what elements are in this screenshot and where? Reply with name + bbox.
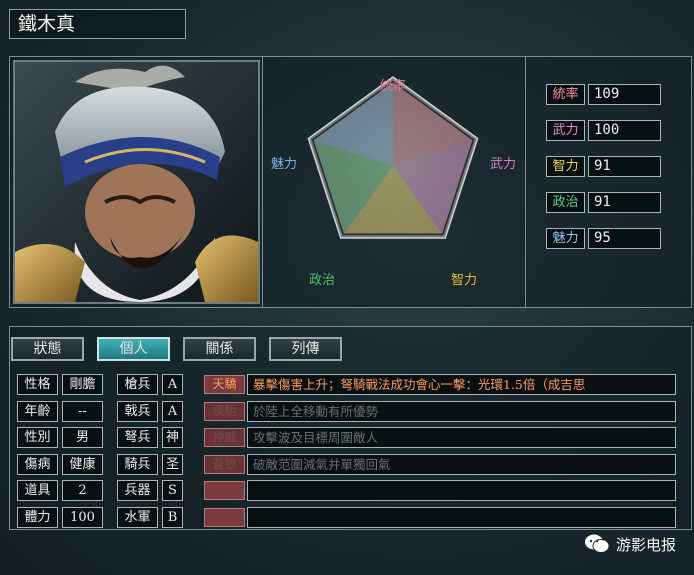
stat-label: 魅力 [546,228,585,249]
skill-tag[interactable] [204,507,245,527]
stat-label: 統率 [546,84,585,105]
stat-value: 95 [588,228,661,249]
stat-value: 91 [588,192,661,213]
personal-label: 傷病 [17,453,58,475]
skill-tag[interactable] [204,481,245,500]
radar-svg: 統率 武力 智力 政治 魅力 [271,76,516,288]
personal-label: 年齡 [17,400,58,422]
personal-value: 2 [62,480,103,501]
general-name: 鐵木真 [9,9,186,39]
skill-tag[interactable]: 蒼狼 [204,454,245,474]
radar-label-politics: 政治 [309,273,335,288]
skill-description [247,480,676,501]
skill-description [247,506,676,528]
aptitude-label: 騎兵 [117,453,158,475]
personal-value: 健康 [62,453,103,475]
radar-label-leadership: 統率 [380,78,406,94]
personal-label: 性格 [17,374,58,395]
wechat-icon [584,534,610,553]
personal-label: 道具 [17,480,58,501]
tab-2[interactable]: 關係 [183,337,256,361]
skill-description: 攻擊波及目標周圍敵人 [247,427,676,448]
stat-value: 100 [588,120,661,141]
skill-description: 暴擊傷害上升；弩騎戰法成功會心一擊：光環1.5倍（成吉思 [247,374,676,395]
tab-0[interactable]: 狀態 [11,337,84,361]
aptitude-grade: S [162,480,183,501]
watermark-text: 游影电报 [615,535,676,554]
aptitude-grade: 圣 [162,453,183,475]
personal-label: 性別 [17,427,58,448]
watermark: 游影电报 [584,533,676,555]
skill-tag[interactable]: 疾馳 [204,401,245,421]
aptitude-grade: A [162,400,183,422]
panel-divider [525,57,526,307]
stat-label: 武力 [546,120,585,141]
personal-value: 100 [62,506,103,528]
aptitude-label: 戟兵 [117,400,158,422]
personal-label: 體力 [17,506,58,528]
skill-description: 於陸上全移動有所優勢 [247,400,676,422]
radar-label-charisma: 魅力 [271,157,297,172]
radar-label-intellect: 智力 [451,273,477,288]
aptitude-label: 兵器 [117,480,158,501]
radar-label-war: 武力 [490,157,516,172]
skill-tag[interactable]: 天驕 [204,375,245,394]
aptitude-grade: 神 [162,427,183,448]
tab-3[interactable]: 列傳 [269,337,342,361]
stat-value: 109 [588,84,661,105]
tab-1[interactable]: 個人 [97,337,170,361]
personal-value: 男 [62,427,103,448]
ability-radar: 統率 武力 智力 政治 魅力 [262,60,524,304]
aptitude-label: 槍兵 [117,374,158,395]
stat-label: 政治 [546,192,585,213]
portrait-illustration [15,62,258,302]
aptitude-grade: A [162,374,183,395]
skill-tag[interactable]: 神威 [204,428,245,447]
stat-value: 91 [588,156,661,177]
aptitude-grade: B [162,506,183,528]
skill-description: 破敵范圍減氣并單獨回氣 [247,453,676,475]
aptitude-label: 弩兵 [117,427,158,448]
personal-value: 剛膽 [62,374,103,395]
stat-label: 智力 [546,156,585,177]
general-portrait [13,60,260,304]
personal-value: -- [62,400,103,422]
aptitude-label: 水軍 [117,506,158,528]
